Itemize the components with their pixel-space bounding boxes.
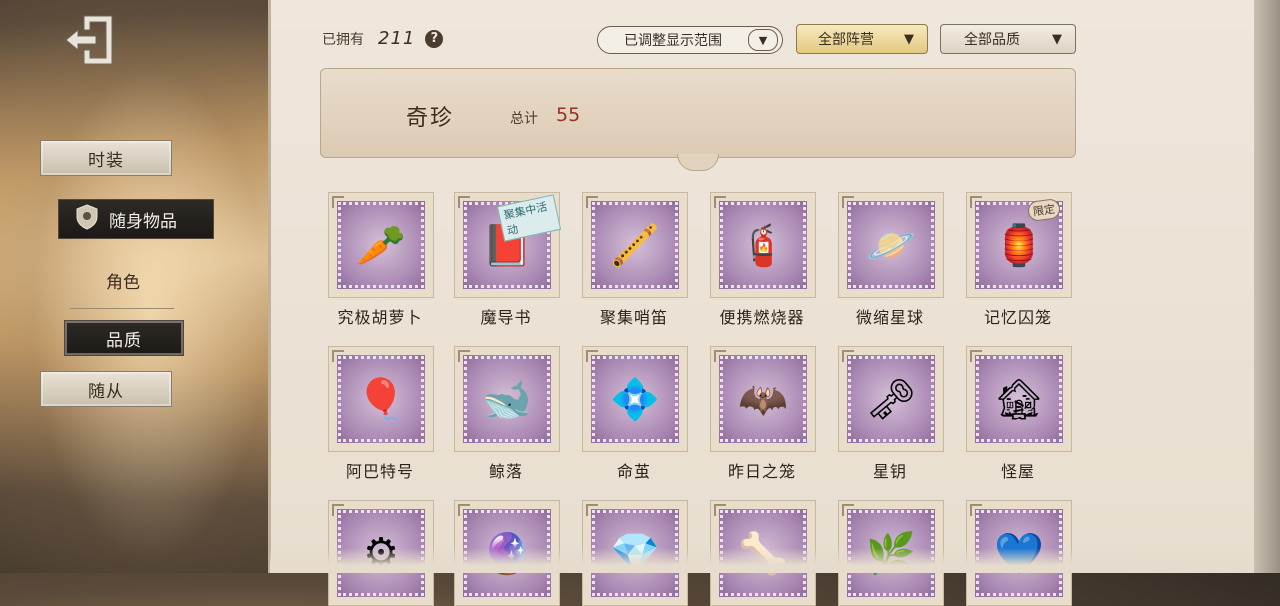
item-card: 🪈 xyxy=(582,192,688,298)
item-name: 魔导书 xyxy=(480,308,532,327)
item-slot[interactable]: 🏮 记忆囚笼 限定 xyxy=(966,192,1072,332)
panel-edge xyxy=(1254,0,1280,573)
faction-dropdown[interactable]: 全部阵营 ▼ xyxy=(796,24,928,54)
item-card: 🗝 xyxy=(838,346,944,452)
owned-count: 211 xyxy=(378,28,416,49)
item-slot[interactable]: 🧯 便携燃烧器 xyxy=(710,192,816,332)
item-art-icon: 🦇 xyxy=(738,376,788,423)
sidebar-item-accessories[interactable]: 随身物品 xyxy=(58,199,214,239)
dropdown-label: 已调整显示范围 xyxy=(624,33,722,49)
scroll-fade xyxy=(270,548,1254,573)
item-art-icon: 🗝 xyxy=(865,376,917,423)
item-name: 究极胡萝卜 xyxy=(337,308,423,327)
owned-label: 已拥有 xyxy=(322,31,364,48)
item-art-icon: 🏮 xyxy=(994,222,1044,269)
display-range-dropdown[interactable]: 已调整显示范围 ▼ xyxy=(597,26,783,54)
item-art-icon: 🏚 xyxy=(993,376,1045,423)
item-card: 🦇 xyxy=(710,346,816,452)
dropdown-label: 全部阵营 xyxy=(818,32,874,48)
item-slot[interactable]: 💠 命茧 xyxy=(582,346,688,486)
item-slot[interactable]: 🥕 究极胡萝卜 xyxy=(328,192,434,332)
category-title: 奇珍 xyxy=(406,106,455,131)
item-name: 昨日之笼 xyxy=(727,462,796,481)
item-card: 🧯 xyxy=(710,192,816,298)
item-card: 🐋 xyxy=(454,346,560,452)
quality-dropdown[interactable]: 全部品质 ▼ xyxy=(940,24,1076,54)
item-name: 命茧 xyxy=(616,462,651,481)
divider xyxy=(70,308,174,309)
shield-icon xyxy=(75,203,99,235)
dropdown-label: 全部品质 xyxy=(964,32,1020,48)
item-art-icon: 🥕 xyxy=(356,222,406,269)
sidebar-item-costume[interactable]: 时装 xyxy=(40,140,172,176)
item-art-icon: 🎈 xyxy=(356,376,406,423)
sidebar-item-label: 时装 xyxy=(88,150,124,171)
item-art-icon: 💠 xyxy=(610,376,660,423)
item-card: 🪐 xyxy=(838,192,944,298)
total-label: 总计 xyxy=(510,111,538,127)
item-name: 阿巴特号 xyxy=(345,462,414,481)
item-art-icon: 🪐 xyxy=(866,222,916,269)
item-slot[interactable]: 📕 魔导书 聚集中活动 xyxy=(454,192,562,332)
item-slot[interactable]: 🪐 微缩星球 xyxy=(838,192,944,332)
exit-icon[interactable] xyxy=(62,12,122,68)
item-card: 💠 xyxy=(582,346,688,452)
chevron-down-icon: ▼ xyxy=(904,31,914,47)
total-count: 55 xyxy=(556,104,581,126)
owned-counter: 已拥有 211 ? xyxy=(322,28,444,49)
item-grid: 🥕 究极胡萝卜 📕 魔导书 聚集中活动 🪈 聚集哨笛 🧯 便携燃烧器 🪐 微缩星球 🏮 记忆囚笼 限定 🎈 阿… xyxy=(328,192,1072,606)
item-slot[interactable]: 🦇 昨日之笼 xyxy=(710,346,816,486)
help-icon[interactable]: ? xyxy=(425,29,444,48)
item-art-icon: 🪈 xyxy=(610,222,660,269)
chevron-down-icon: ▼ xyxy=(748,29,778,51)
item-name: 鲸落 xyxy=(488,462,523,481)
item-slot[interactable]: 🐋 鲸落 xyxy=(454,346,560,486)
item-name: 星钥 xyxy=(872,462,907,481)
item-name: 便携燃烧器 xyxy=(719,308,805,327)
item-slot[interactable]: 🏚 怪屋 xyxy=(966,346,1072,486)
sidebar-item-role[interactable]: 角色 xyxy=(40,268,206,293)
sidebar-item-label: 随从 xyxy=(88,381,124,402)
chevron-down-icon: ▼ xyxy=(1052,31,1062,47)
sidebar-item-label: 随身物品 xyxy=(109,211,177,232)
sidebar-item-label: 品质 xyxy=(106,330,142,351)
item-art-icon: 🐋 xyxy=(482,376,532,423)
item-name: 怪屋 xyxy=(1000,462,1035,481)
item-slot[interactable]: 🗝 星钥 xyxy=(838,346,944,486)
sidebar-item-label: 角色 xyxy=(106,273,140,293)
item-name: 微缩星球 xyxy=(855,308,924,327)
item-name: 记忆囚笼 xyxy=(983,308,1052,327)
item-slot[interactable]: 🎈 阿巴特号 xyxy=(328,346,434,486)
item-card: 🥕 xyxy=(328,192,434,298)
item-card: 🎈 xyxy=(328,346,434,452)
item-art-icon: 🧯 xyxy=(738,222,788,269)
sidebar-item-quality[interactable]: 品质 xyxy=(64,320,184,356)
item-slot[interactable]: 🪈 聚集哨笛 xyxy=(582,192,688,332)
item-card: 🏚 xyxy=(966,346,1072,452)
item-name: 聚集哨笛 xyxy=(599,308,668,327)
sidebar-item-follower[interactable]: 随从 xyxy=(40,371,172,407)
